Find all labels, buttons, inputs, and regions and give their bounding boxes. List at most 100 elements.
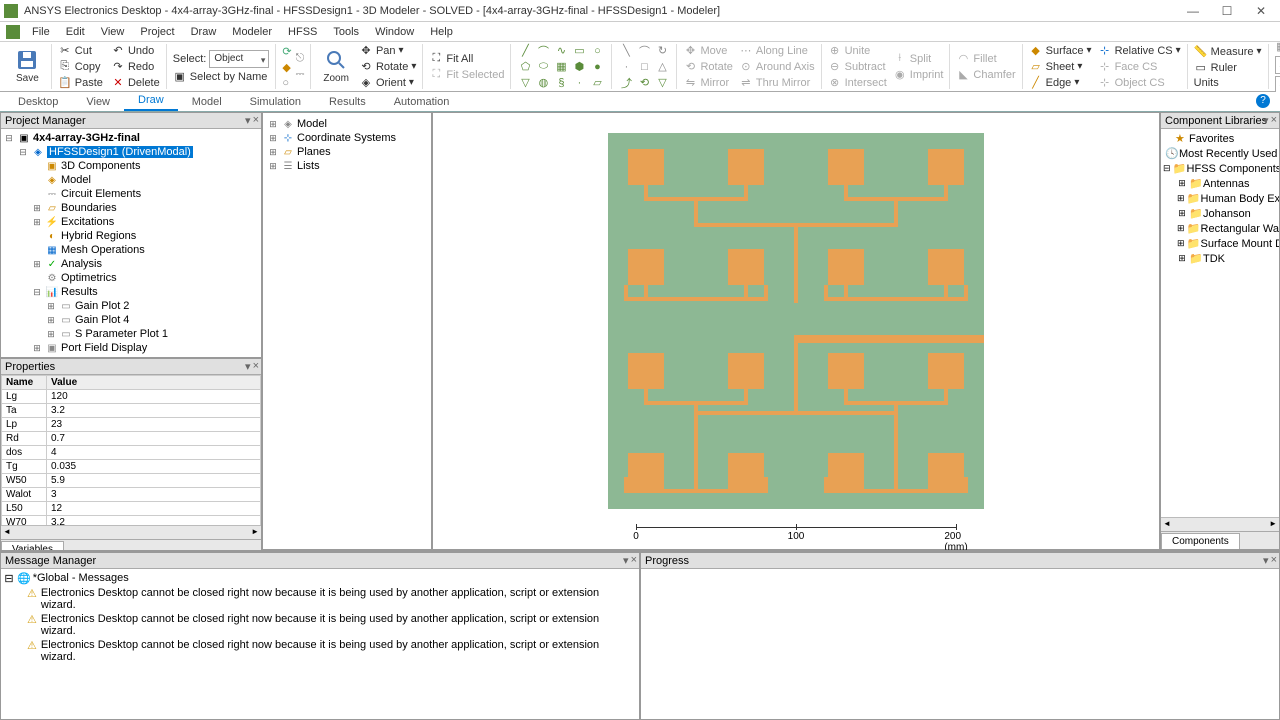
model-tree-panel[interactable]: ⊞◈Model ⊞⊹Coordinate Systems ⊞▱Planes ⊞☰…	[262, 112, 432, 550]
point-icon[interactable]: ·	[571, 76, 587, 90]
save-button[interactable]: Save	[10, 44, 45, 89]
poly-icon[interactable]: ⬠	[517, 60, 533, 74]
dup-tri-icon[interactable]: △	[654, 60, 670, 74]
lib-item[interactable]: ⊟📁HFSS Components	[1163, 161, 1277, 176]
wire-icon[interactable]: ⎓	[296, 68, 305, 81]
properties-table[interactable]: NameValue Lg120 Ta3.2 Lp23 Rd0.7 dos4 Tg…	[1, 375, 261, 525]
maximize-button[interactable]: ☐	[1212, 1, 1242, 21]
revolve-icon[interactable]: ⟲	[636, 76, 652, 90]
tab-model[interactable]: Model	[178, 93, 236, 111]
pan-button[interactable]: ✥Pan ▾	[359, 44, 416, 58]
tree-item[interactable]: ⊞☰Lists	[267, 159, 427, 173]
plane-icon[interactable]: ▱	[589, 76, 605, 90]
lib-item[interactable]: 🕓Most Recently Used	[1163, 146, 1277, 161]
rotate-dup-button[interactable]: ⟲Rotate	[683, 60, 732, 74]
tab-view[interactable]: View	[72, 93, 124, 111]
close-panel-icon[interactable]: ×	[1271, 114, 1277, 127]
zoom-button[interactable]: Zoom	[317, 44, 355, 89]
sheet-button[interactable]: ▱Sheet ▾	[1029, 60, 1092, 74]
ruler-button[interactable]: ▭Ruler	[1194, 61, 1262, 75]
move-button[interactable]: ✥Move	[683, 44, 732, 58]
tab-automation[interactable]: Automation	[380, 93, 464, 111]
circle-icon[interactable]: ○	[282, 77, 291, 89]
menu-draw[interactable]: Draw	[183, 24, 225, 40]
select-mode-combo[interactable]: Object	[209, 50, 269, 68]
ellipse-icon[interactable]: ⬭	[535, 60, 551, 74]
lib-item[interactable]: ⊞📁Johanson	[1163, 206, 1277, 221]
close-button[interactable]: ✕	[1246, 1, 1276, 21]
pin-icon[interactable]: ▾	[245, 360, 251, 373]
tree-item[interactable]: ⎓Circuit Elements	[3, 187, 259, 201]
lib-item[interactable]: ⊞📁Antennas	[1163, 176, 1277, 191]
sphere-icon[interactable]: ●	[589, 60, 605, 74]
tree-item[interactable]: ▦Mesh Operations	[3, 243, 259, 257]
info-icon[interactable]: ?	[1256, 94, 1270, 108]
menu-edit[interactable]: Edit	[58, 24, 93, 40]
helix-icon[interactable]: §	[553, 76, 569, 90]
dup-sq-icon[interactable]: □	[636, 60, 652, 74]
menu-hfss[interactable]: HFSS	[280, 24, 325, 40]
mirror-button[interactable]: ⇋Mirror	[683, 76, 732, 90]
pin-icon[interactable]: ▾	[245, 114, 251, 127]
tree-design-node[interactable]: ⊟◈HFSSDesign1 (DrivenModal)	[3, 145, 259, 159]
paste-button[interactable]: 📋Paste	[58, 76, 103, 90]
redo-button[interactable]: ↷Redo	[111, 60, 160, 74]
tree-item[interactable]: ⊞▱Planes	[267, 145, 427, 159]
cut-button[interactable]: ✂Cut	[58, 44, 103, 58]
menu-help[interactable]: Help	[422, 24, 461, 40]
dup-pt-icon[interactable]: ·	[618, 60, 634, 74]
chamfer-button[interactable]: ◣Chamfer	[956, 68, 1015, 82]
menu-project[interactable]: Project	[132, 24, 182, 40]
tree-item[interactable]: ⊞⊹Coordinate Systems	[267, 131, 427, 145]
3d-viewport[interactable]: 0 100 200 (mm)	[432, 112, 1160, 550]
unite-button[interactable]: ⊕Unite	[828, 44, 887, 58]
tab-simulation[interactable]: Simulation	[236, 93, 315, 111]
menu-tools[interactable]: Tools	[325, 24, 367, 40]
fillet-button[interactable]: ◠Fillet	[956, 52, 1015, 66]
tree-item[interactable]: ◐Hybrid Regions	[3, 229, 259, 243]
project-tree[interactable]: ⊟▣4x4-array-3GHz-final ⊟◈HFSSDesign1 (Dr…	[1, 129, 261, 357]
plane-combo[interactable]: XY	[1275, 56, 1280, 74]
lib-item[interactable]: ★Favorites	[1163, 131, 1277, 146]
tree-item[interactable]: ⚙Optimetrics	[3, 271, 259, 285]
subtract-button[interactable]: ⊖Subtract	[828, 60, 887, 74]
menu-modeler[interactable]: Modeler	[224, 24, 280, 40]
tab-desktop[interactable]: Desktop	[4, 93, 72, 111]
spline-icon[interactable]: ∿	[553, 44, 569, 58]
view-mode-combo[interactable]: 3D	[1275, 76, 1280, 94]
pin-icon[interactable]: ▾	[623, 554, 629, 567]
lib-item[interactable]: ⊞📁Surface Mount Device	[1163, 236, 1277, 251]
close-panel-icon[interactable]: ×	[631, 554, 637, 567]
delete-button[interactable]: ✕Delete	[111, 76, 160, 90]
tree-item[interactable]: ◈Model	[3, 173, 259, 187]
pin-icon[interactable]: ▾	[1263, 114, 1269, 127]
split-button[interactable]: ⟊Split	[893, 52, 944, 66]
components-tab[interactable]: Components	[1161, 533, 1240, 549]
intersect-button[interactable]: ⊗Intersect	[828, 76, 887, 90]
dup-loop-icon[interactable]: ↻	[654, 44, 670, 58]
tree-item[interactable]: ⊞▣Port Field Display	[3, 341, 259, 355]
sync-icon[interactable]: ⟳	[282, 45, 291, 58]
tree-item[interactable]: ⊞◈Model	[267, 117, 427, 131]
close-panel-icon[interactable]: ×	[253, 360, 259, 373]
tree-item[interactable]: ⊞▱Boundaries	[3, 201, 259, 215]
tree-item[interactable]: ⊞▭S Parameter Plot 1	[3, 327, 259, 341]
edge-button[interactable]: ╱Edge ▾	[1029, 76, 1092, 90]
face-cs-button[interactable]: ⊹Face CS	[1098, 60, 1181, 74]
rotate-button[interactable]: ⟲Rotate ▾	[359, 60, 416, 74]
close-panel-icon[interactable]: ×	[253, 114, 259, 127]
undo-button[interactable]: ↶Undo	[111, 44, 160, 58]
around-axis-button[interactable]: ⊙Around Axis	[739, 60, 815, 74]
lib-item[interactable]: ⊞📁Rectangular Waveguid	[1163, 221, 1277, 236]
link-icon[interactable]: ⎋	[296, 52, 305, 65]
object-cs-button[interactable]: ⊹Object CS	[1098, 76, 1181, 90]
dup-line-icon[interactable]: ╲	[618, 44, 634, 58]
tag-icon[interactable]: ◆	[282, 61, 291, 74]
message-list[interactable]: ⊟🌐*Global - Messages ⚠Electronics Deskto…	[1, 569, 639, 719]
tab-results[interactable]: Results	[315, 93, 380, 111]
sweep-icon[interactable]: ⤴	[618, 76, 634, 90]
cone-icon[interactable]: ▽	[517, 76, 533, 90]
relative-cs-button[interactable]: ⊹Relative CS ▾	[1098, 44, 1181, 58]
rect-icon[interactable]: ▭	[571, 44, 587, 58]
circle-icon[interactable]: ○	[589, 44, 605, 58]
